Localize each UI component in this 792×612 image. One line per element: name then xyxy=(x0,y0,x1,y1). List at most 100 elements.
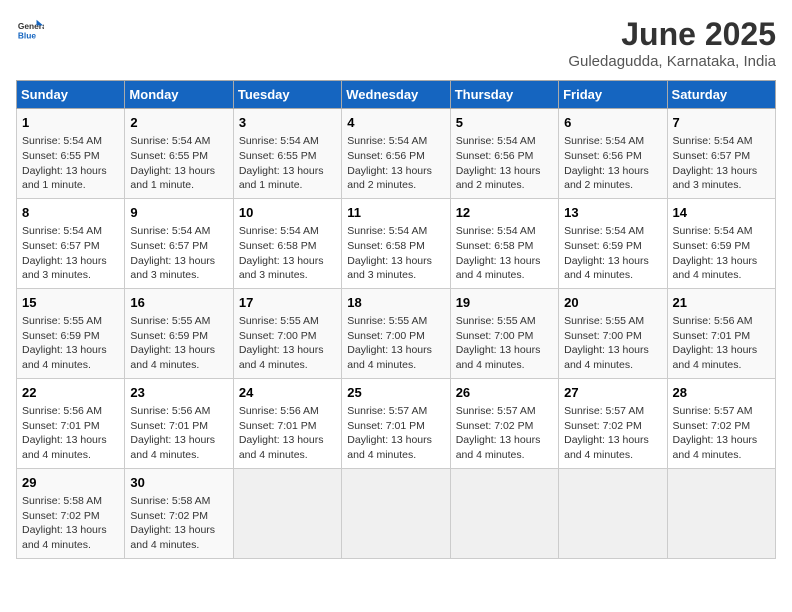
day-number: 28 xyxy=(673,384,770,402)
day-info: Sunrise: 5:54 AM Sunset: 6:57 PM Dayligh… xyxy=(130,224,227,283)
day-info: Sunrise: 5:54 AM Sunset: 6:59 PM Dayligh… xyxy=(564,224,661,283)
calendar-cell: 5 Sunrise: 5:54 AM Sunset: 6:56 PM Daylig… xyxy=(450,109,558,199)
day-number: 14 xyxy=(673,204,770,222)
calendar-cell: 30 Sunrise: 5:58 AM Sunset: 7:02 PM Dayli… xyxy=(125,468,233,558)
day-info: Sunrise: 5:55 AM Sunset: 7:00 PM Dayligh… xyxy=(347,314,444,373)
calendar-cell: 21 Sunrise: 5:56 AM Sunset: 7:01 PM Dayli… xyxy=(667,288,775,378)
day-number: 23 xyxy=(130,384,227,402)
column-header-monday: Monday xyxy=(125,81,233,109)
day-number: 24 xyxy=(239,384,336,402)
calendar-body: 1 Sunrise: 5:54 AM Sunset: 6:55 PM Daylig… xyxy=(17,109,776,559)
day-number: 4 xyxy=(347,114,444,132)
week-row-3: 15 Sunrise: 5:55 AM Sunset: 6:59 PM Dayli… xyxy=(17,288,776,378)
calendar-cell: 9 Sunrise: 5:54 AM Sunset: 6:57 PM Daylig… xyxy=(125,198,233,288)
day-info: Sunrise: 5:58 AM Sunset: 7:02 PM Dayligh… xyxy=(130,494,227,553)
week-row-5: 29 Sunrise: 5:58 AM Sunset: 7:02 PM Dayli… xyxy=(17,468,776,558)
day-number: 11 xyxy=(347,204,444,222)
day-number: 21 xyxy=(673,294,770,312)
day-info: Sunrise: 5:56 AM Sunset: 7:01 PM Dayligh… xyxy=(673,314,770,373)
calendar-cell: 15 Sunrise: 5:55 AM Sunset: 6:59 PM Dayli… xyxy=(17,288,125,378)
calendar-cell: 10 Sunrise: 5:54 AM Sunset: 6:58 PM Dayli… xyxy=(233,198,341,288)
main-title: June 2025 xyxy=(568,16,776,53)
calendar-cell xyxy=(342,468,450,558)
week-row-4: 22Sunrise: 5:56 AM Sunset: 7:01 PM Dayli… xyxy=(17,378,776,468)
calendar-cell: 27 Sunrise: 5:57 AM Sunset: 7:02 PM Dayli… xyxy=(559,378,667,468)
day-number: 15 xyxy=(22,294,119,312)
day-info: Sunrise: 5:54 AM Sunset: 6:55 PM Dayligh… xyxy=(22,134,119,193)
day-info: Sunrise: 5:54 AM Sunset: 6:56 PM Dayligh… xyxy=(347,134,444,193)
calendar-cell: 7 Sunrise: 5:54 AM Sunset: 6:57 PM Daylig… xyxy=(667,109,775,199)
column-header-sunday: Sunday xyxy=(17,81,125,109)
day-number: 5 xyxy=(456,114,553,132)
day-number: 2 xyxy=(130,114,227,132)
calendar-table: SundayMondayTuesdayWednesdayThursdayFrid… xyxy=(16,80,776,559)
day-number: 25 xyxy=(347,384,444,402)
calendar-cell: 12 Sunrise: 5:54 AM Sunset: 6:58 PM Dayli… xyxy=(450,198,558,288)
day-number: 12 xyxy=(456,204,553,222)
day-info: Sunrise: 5:56 AM Sunset: 7:01 PM Dayligh… xyxy=(130,404,227,463)
day-number: 6 xyxy=(564,114,661,132)
calendar-cell: 24 Sunrise: 5:56 AM Sunset: 7:01 PM Dayli… xyxy=(233,378,341,468)
day-number: 17 xyxy=(239,294,336,312)
svg-text:Blue: Blue xyxy=(18,30,36,40)
day-info: Sunrise: 5:54 AM Sunset: 6:55 PM Dayligh… xyxy=(239,134,336,193)
week-row-1: 1 Sunrise: 5:54 AM Sunset: 6:55 PM Daylig… xyxy=(17,109,776,199)
logo: General Blue xyxy=(16,16,44,44)
week-row-2: 8 Sunrise: 5:54 AM Sunset: 6:57 PM Daylig… xyxy=(17,198,776,288)
day-info: Sunrise: 5:54 AM Sunset: 6:58 PM Dayligh… xyxy=(347,224,444,283)
header: General Blue June 2025 Guledagudda, Karn… xyxy=(16,16,776,70)
logo-icon: General Blue xyxy=(16,16,44,44)
calendar-header-row: SundayMondayTuesdayWednesdayThursdayFrid… xyxy=(17,81,776,109)
calendar-cell: 14 Sunrise: 5:54 AM Sunset: 6:59 PM Dayli… xyxy=(667,198,775,288)
calendar-cell: 25 Sunrise: 5:57 AM Sunset: 7:01 PM Dayli… xyxy=(342,378,450,468)
calendar-cell: 22Sunrise: 5:56 AM Sunset: 7:01 PM Dayli… xyxy=(17,378,125,468)
day-number: 10 xyxy=(239,204,336,222)
calendar-cell: 28Sunrise: 5:57 AM Sunset: 7:02 PM Dayli… xyxy=(667,378,775,468)
calendar-cell: 2 Sunrise: 5:54 AM Sunset: 6:55 PM Daylig… xyxy=(125,109,233,199)
title-area: June 2025 Guledagudda, Karnataka, India xyxy=(568,16,776,70)
day-info: Sunrise: 5:54 AM Sunset: 6:58 PM Dayligh… xyxy=(456,224,553,283)
calendar-cell xyxy=(233,468,341,558)
day-info: Sunrise: 5:54 AM Sunset: 6:56 PM Dayligh… xyxy=(564,134,661,193)
calendar-cell xyxy=(450,468,558,558)
subtitle: Guledagudda, Karnataka, India xyxy=(568,53,776,70)
day-info: Sunrise: 5:54 AM Sunset: 6:56 PM Dayligh… xyxy=(456,134,553,193)
calendar-cell: 26Sunrise: 5:57 AM Sunset: 7:02 PM Dayli… xyxy=(450,378,558,468)
day-info: Sunrise: 5:57 AM Sunset: 7:02 PM Dayligh… xyxy=(564,404,661,463)
day-info: Sunrise: 5:58 AM Sunset: 7:02 PM Dayligh… xyxy=(22,494,119,553)
column-header-wednesday: Wednesday xyxy=(342,81,450,109)
day-number: 27 xyxy=(564,384,661,402)
day-info: Sunrise: 5:55 AM Sunset: 7:00 PM Dayligh… xyxy=(456,314,553,373)
day-number: 30 xyxy=(130,474,227,492)
calendar-cell: 8Sunrise: 5:54 AM Sunset: 6:57 PM Daylig… xyxy=(17,198,125,288)
day-number: 29 xyxy=(22,474,119,492)
day-number: 9 xyxy=(130,204,227,222)
calendar-cell: 18 Sunrise: 5:55 AM Sunset: 7:00 PM Dayli… xyxy=(342,288,450,378)
column-header-thursday: Thursday xyxy=(450,81,558,109)
day-info: Sunrise: 5:57 AM Sunset: 7:01 PM Dayligh… xyxy=(347,404,444,463)
calendar-cell: 6 Sunrise: 5:54 AM Sunset: 6:56 PM Daylig… xyxy=(559,109,667,199)
day-number: 8 xyxy=(22,204,119,222)
day-info: Sunrise: 5:54 AM Sunset: 6:59 PM Dayligh… xyxy=(673,224,770,283)
column-header-tuesday: Tuesday xyxy=(233,81,341,109)
calendar-cell: 4 Sunrise: 5:54 AM Sunset: 6:56 PM Daylig… xyxy=(342,109,450,199)
calendar-cell xyxy=(667,468,775,558)
day-number: 19 xyxy=(456,294,553,312)
calendar-cell: 11 Sunrise: 5:54 AM Sunset: 6:58 PM Dayli… xyxy=(342,198,450,288)
day-info: Sunrise: 5:54 AM Sunset: 6:57 PM Dayligh… xyxy=(673,134,770,193)
calendar-cell: 19 Sunrise: 5:55 AM Sunset: 7:00 PM Dayli… xyxy=(450,288,558,378)
calendar-cell: 17Sunrise: 5:55 AM Sunset: 7:00 PM Dayli… xyxy=(233,288,341,378)
day-info: Sunrise: 5:57 AM Sunset: 7:02 PM Dayligh… xyxy=(456,404,553,463)
day-info: Sunrise: 5:55 AM Sunset: 6:59 PM Dayligh… xyxy=(130,314,227,373)
day-info: Sunrise: 5:56 AM Sunset: 7:01 PM Dayligh… xyxy=(239,404,336,463)
calendar-cell: 23 Sunrise: 5:56 AM Sunset: 7:01 PM Dayli… xyxy=(125,378,233,468)
day-number: 18 xyxy=(347,294,444,312)
day-info: Sunrise: 5:54 AM Sunset: 6:58 PM Dayligh… xyxy=(239,224,336,283)
day-number: 16 xyxy=(130,294,227,312)
day-number: 7 xyxy=(673,114,770,132)
day-info: Sunrise: 5:56 AM Sunset: 7:01 PM Dayligh… xyxy=(22,404,119,463)
day-info: Sunrise: 5:55 AM Sunset: 6:59 PM Dayligh… xyxy=(22,314,119,373)
day-number: 1 xyxy=(22,114,119,132)
calendar-cell: 1 Sunrise: 5:54 AM Sunset: 6:55 PM Daylig… xyxy=(17,109,125,199)
day-info: Sunrise: 5:54 AM Sunset: 6:55 PM Dayligh… xyxy=(130,134,227,193)
